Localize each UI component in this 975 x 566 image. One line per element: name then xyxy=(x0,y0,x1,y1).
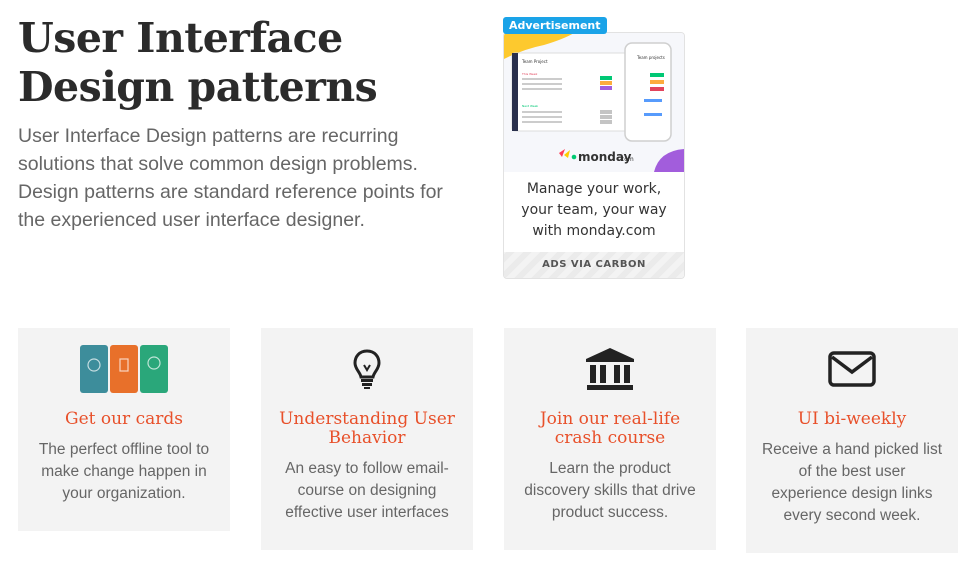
card-title[interactable]: Understanding User Behavior xyxy=(271,410,463,448)
card-get-cards[interactable]: Get our cards The perfect offline tool t… xyxy=(18,328,230,531)
card-title[interactable]: Get our cards xyxy=(28,410,220,429)
svg-text:This Week: This Week xyxy=(521,72,538,76)
ad-image[interactable]: Team Project This Week Next Week Team pr… xyxy=(504,33,684,172)
ad-mock-phone-title: Team projects xyxy=(636,55,665,60)
ad-brand-suffix: .com xyxy=(619,156,634,163)
page-title: User Interface Design patterns xyxy=(18,14,378,111)
ad-mock-title: Team Project xyxy=(521,59,548,64)
advertisement[interactable]: Team Project This Week Next Week Team pr… xyxy=(503,32,685,279)
card-description: Learn the product discovery skills that … xyxy=(524,460,696,521)
card-crash-course[interactable]: Join our real-life crash course Learn th… xyxy=(504,328,716,550)
ad-footer-link[interactable]: ADS VIA CARBON xyxy=(504,252,684,278)
ad-illustration: Team Project This Week Next Week Team pr… xyxy=(504,33,684,172)
cards-icon xyxy=(18,342,230,396)
ad-badge: Advertisement xyxy=(503,17,607,34)
card-ui-biweekly[interactable]: UI bi-weekly Receive a hand picked list … xyxy=(746,328,958,553)
svg-text:Next Week: Next Week xyxy=(522,104,538,108)
envelope-icon xyxy=(746,342,958,396)
card-description: An easy to follow email-course on design… xyxy=(285,460,449,521)
institution-icon xyxy=(504,342,716,396)
card-title[interactable]: Join our real-life crash course xyxy=(514,410,706,448)
card-description: Receive a hand picked list of the best u… xyxy=(761,441,943,524)
page-description: User Interface Design patterns are recur… xyxy=(18,125,443,231)
ad-text[interactable]: Manage your work, your team, your way wi… xyxy=(504,179,684,242)
card-title[interactable]: UI bi-weekly xyxy=(756,410,948,429)
lightbulb-icon xyxy=(261,342,473,396)
card-description: The perfect offline tool to make change … xyxy=(38,441,210,502)
card-understanding-user-behavior[interactable]: Understanding User Behavior An easy to f… xyxy=(261,328,473,550)
